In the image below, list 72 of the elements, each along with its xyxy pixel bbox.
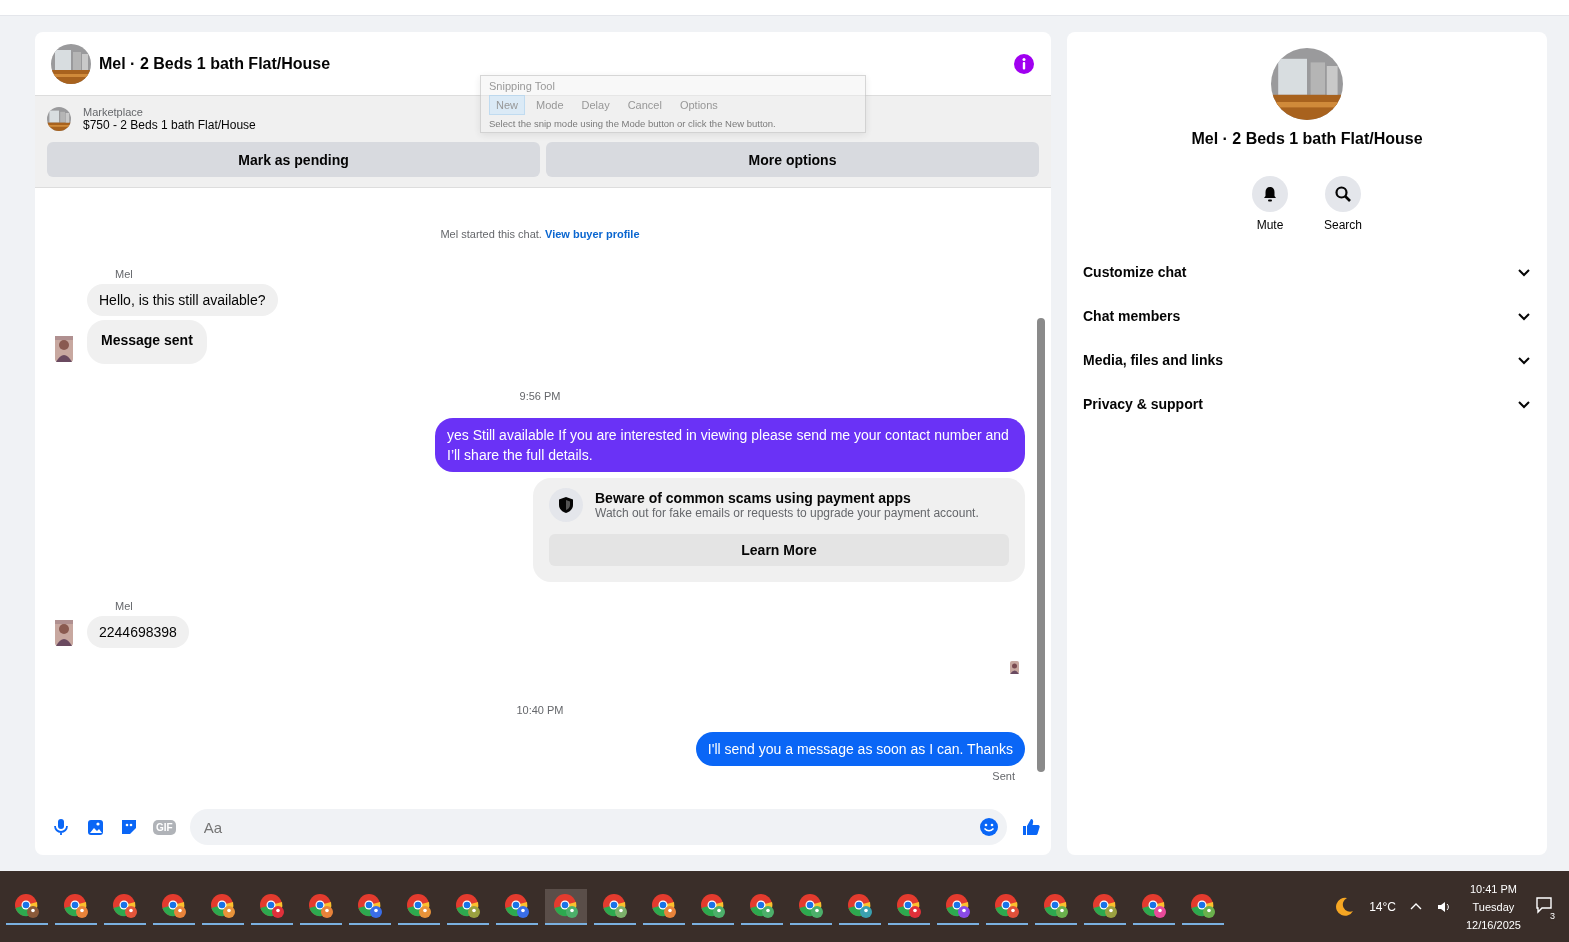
browser-profile-icon: [846, 891, 874, 920]
browser-profile-icon: [405, 891, 433, 920]
image-icon[interactable]: [85, 817, 105, 837]
browser-profile-icon: [650, 891, 678, 920]
learn-more-button[interactable]: Learn More: [549, 534, 1009, 566]
taskbar-app[interactable]: [545, 888, 587, 925]
browser-profile-icon: [503, 891, 531, 920]
moon-icon: [1333, 895, 1356, 918]
warning-text: Watch out for fake emails or requests to upgrade your payment account.: [595, 506, 979, 520]
browser-profile-icon: [13, 891, 41, 920]
browser-profile-icon: [307, 891, 335, 920]
hint-text: Select the snip mode using the Mode button or click the New button.: [489, 118, 777, 129]
timestamp: 10:40 PM: [516, 704, 564, 716]
weather-temperature: 14°C: [1369, 899, 1396, 914]
section-toggle[interactable]: Media, files and links: [1075, 338, 1539, 382]
browser-profile-icon: [699, 891, 727, 920]
incoming-message: Hello, is this still available?: [87, 284, 278, 316]
thumbs-up-icon[interactable]: [1021, 817, 1041, 837]
browser-profile-icon: [454, 891, 482, 920]
browser-profile-icon: [748, 891, 776, 920]
chat-notice: Mel started this chat. View buyer profile: [440, 228, 640, 240]
sender-name: Mel: [115, 268, 134, 280]
emoji-icon[interactable]: [979, 817, 999, 837]
browser-profile-icon: [552, 891, 580, 920]
listing-action-button[interactable]: More options: [546, 142, 1039, 177]
info-icon[interactable]: [1013, 52, 1035, 75]
buyer-profile-link[interactable]: View buyer profile: [545, 228, 640, 240]
outgoing-message: I'll send you a message as soon as I can. Thanks: [695, 732, 1025, 766]
browser-profile-icon: [62, 891, 90, 920]
listing-summary: $750 - 2 Beds 1 bath Flat/House: [83, 118, 256, 132]
section-toggle[interactable]: Chat members: [1075, 294, 1539, 338]
browser-profile-icon: [160, 891, 188, 920]
browser-profile-icon: [111, 891, 139, 920]
message-field[interactable]: Aa: [189, 809, 1007, 845]
bell-icon: [1261, 185, 1279, 203]
message-status: Sent: [992, 770, 1015, 782]
clock-time: 10:41 PM: [1469, 882, 1517, 895]
shield-icon: [549, 488, 583, 522]
timestamp: 9:56 PM: [519, 390, 561, 402]
notification-count: 3: [1548, 911, 1557, 921]
browser-profile-icon: [209, 891, 237, 920]
browser-profile-icon: [1042, 891, 1070, 920]
browser-profile-icon: [1140, 891, 1168, 920]
browser-profile-icon: [258, 891, 286, 920]
message-input[interactable]: Aa: [201, 817, 979, 837]
browser-profile-icon: [601, 891, 629, 920]
scrollbar-thumb[interactable]: [1037, 318, 1045, 772]
incoming-message: Message sent: [87, 320, 207, 364]
sticker-icon[interactable]: [119, 817, 139, 837]
notification-icon[interactable]: [1535, 896, 1553, 914]
browser-profile-icon: [356, 891, 384, 920]
window-title: Snipping Tool: [489, 80, 556, 92]
incoming-message: 2244698398: [87, 616, 189, 648]
chat-title: Mel · 2 Beds 1 bath Flat/House: [99, 54, 332, 73]
conversation-name: Mel · 2 Beds 1 bath Flat/House: [1191, 130, 1423, 148]
listing-source: Marketplace: [83, 106, 144, 118]
browser-profile-icon: [895, 891, 923, 920]
browser-profile-icon: [944, 891, 972, 920]
clock-day: Tuesday: [1472, 900, 1515, 913]
listing-action-button[interactable]: Mark as pending: [47, 142, 540, 177]
section-toggle[interactable]: Privacy & support: [1075, 382, 1539, 426]
sender-name: Mel: [115, 600, 134, 612]
search-icon: [1334, 185, 1352, 203]
section-toggle[interactable]: Customize chat: [1075, 250, 1539, 294]
clock-date: 12/16/2025: [1465, 918, 1521, 931]
warning-title: Beware of common scams using payment apps: [595, 490, 912, 506]
microphone-icon[interactable]: [51, 817, 71, 837]
outgoing-message: yes Still available If you are interested in viewing please send me your contact number and I’ll share the full details.: [435, 418, 1025, 472]
browser-profile-icon: [1189, 891, 1217, 920]
browser-profile-icon: [993, 891, 1021, 920]
browser-profile-icon: [797, 891, 825, 920]
browser-profile-icon: [1091, 891, 1119, 920]
